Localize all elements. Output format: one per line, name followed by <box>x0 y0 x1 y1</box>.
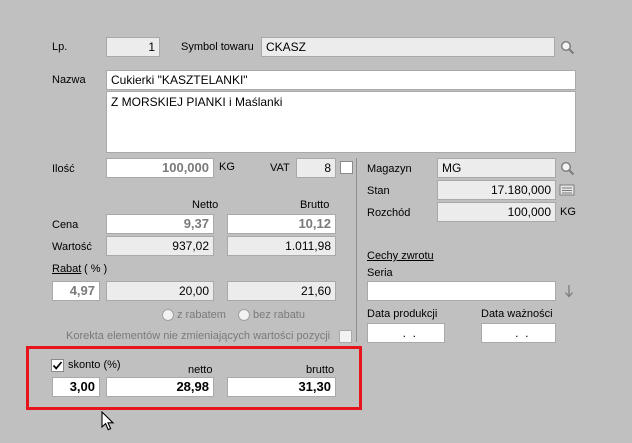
cena-label: Cena <box>52 219 79 231</box>
korekta-checkbox[interactable] <box>339 330 352 343</box>
rabat-label[interactable]: Rabat <box>52 262 81 276</box>
data-waznosci-label: Data ważności <box>481 308 553 320</box>
skonto-netto-field[interactable]: 28,98 <box>106 377 214 397</box>
z-rabatem-radio[interactable] <box>162 309 174 321</box>
ilosc-field[interactable]: 100,000 <box>106 158 214 178</box>
nazwa-field-2[interactable]: Z MORSKIEJ PIANKI i Maślanki <box>106 91 576 153</box>
symbol-label: Symbol towaru <box>181 41 254 53</box>
nazwa-field-1[interactable]: Cukierki "KASZTELANKI" <box>106 70 576 90</box>
magazyn-field[interactable]: MG <box>437 158 556 178</box>
netto-header: Netto <box>192 199 219 211</box>
mouse-pointer-icon <box>101 410 115 434</box>
skonto-brutto-field[interactable]: 31,30 <box>227 377 336 397</box>
section-divider <box>356 158 357 342</box>
seria-field[interactable] <box>367 281 556 301</box>
bez-rabatu-label: bez rabatu <box>253 309 305 321</box>
stan-label: Stan <box>367 185 390 197</box>
cechy-zwrotu-link[interactable]: Cechy zwrotu <box>367 249 434 263</box>
rabat-percent-field[interactable]: 4,97 <box>52 281 100 301</box>
rozchod-unit: KG <box>560 206 576 218</box>
data-waznosci-field[interactable]: . . <box>481 323 556 343</box>
magazyn-label: Magazyn <box>367 163 412 175</box>
nazwa-label: Nazwa <box>52 74 86 86</box>
lp-field: 1 <box>106 37 160 57</box>
bez-rabatu-radio[interactable] <box>238 309 250 321</box>
arrow-down-icon[interactable] <box>560 282 578 300</box>
skonto-brutto-label: brutto <box>306 364 335 376</box>
ilosc-label: Ilość <box>52 163 75 175</box>
search-icon[interactable] <box>558 38 576 56</box>
cena-brutto-field[interactable]: 10,12 <box>227 214 336 234</box>
vat-checkbox[interactable] <box>340 161 353 174</box>
rabat-brutto-field: 21,60 <box>227 281 336 301</box>
korekta-label: Korekta elementów nie zmieniających wart… <box>66 330 331 342</box>
search-icon[interactable] <box>558 159 576 177</box>
wartosc-netto-field: 937,02 <box>106 236 214 256</box>
skonto-percent-field[interactable]: 3,00 <box>52 377 100 397</box>
z-rabatem-label: z rabatem <box>177 309 226 321</box>
lp-label: Lp. <box>52 41 68 53</box>
stan-field: 17.180,000 <box>437 180 556 200</box>
cena-netto-field[interactable]: 9,37 <box>106 214 214 234</box>
wartosc-label: Wartość <box>52 241 92 253</box>
vat-label: VAT <box>270 162 290 174</box>
skonto-netto-label: netto <box>188 364 213 376</box>
symbol-field[interactable]: CKASZ <box>261 37 555 57</box>
skonto-checkbox[interactable] <box>51 359 64 372</box>
data-produkcji-label: Data produkcji <box>367 308 438 320</box>
brutto-header: Brutto <box>300 199 330 211</box>
vat-field[interactable]: 8 <box>296 158 336 178</box>
skonto-label: skonto (%) <box>68 359 121 371</box>
rabat-unit: ( % ) <box>84 263 108 275</box>
ilosc-unit: KG <box>219 161 235 173</box>
stock-list-icon[interactable] <box>558 181 576 199</box>
wartosc-brutto-field: 1.011,98 <box>227 236 336 256</box>
seria-label: Seria <box>367 267 393 279</box>
rabat-netto-field: 20,00 <box>106 281 214 301</box>
data-produkcji-field[interactable]: . . <box>367 323 445 343</box>
rozchod-field: 100,000 <box>437 202 556 222</box>
rozchod-label: Rozchód <box>367 207 411 219</box>
